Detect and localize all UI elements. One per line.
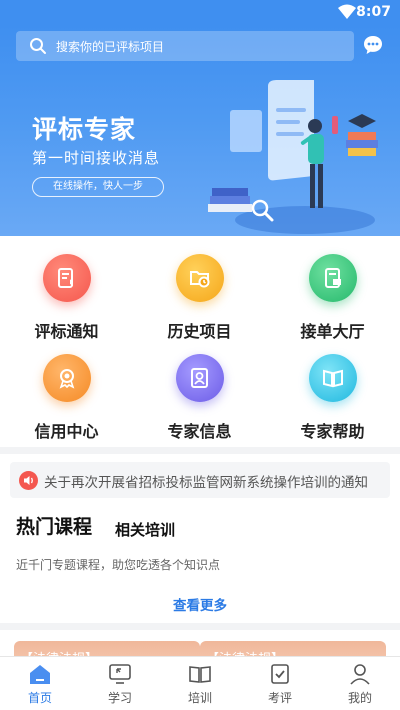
speaker-icon (19, 471, 38, 490)
see-more-link[interactable]: 查看更多 (0, 594, 400, 614)
grid-icon-bg (309, 254, 357, 302)
expert-illustration (208, 80, 378, 234)
notice-text: 关于再次开展省招标投标监管网新系统操作培训的通知 (44, 475, 368, 491)
notice-bar[interactable]: 关于再次开展省招标投标监管网新系统操作培训的通知 (10, 462, 390, 498)
book-icon (189, 666, 211, 683)
help-book-icon (323, 369, 343, 388)
grid-item-expert-help[interactable]: 专家帮助 (266, 354, 399, 454)
grid-label: 历史项目 (167, 322, 232, 341)
grid-label: 接单大厅 (300, 322, 365, 341)
wifi-icon (338, 4, 356, 19)
tab-home[interactable]: 首页 (0, 657, 80, 710)
bottom-tab-bar: 首页 学习 培训 考评 我的 (0, 656, 400, 710)
tab-evaluation[interactable]: 考评 (240, 657, 320, 710)
banner-title: 评标专家 (32, 115, 137, 144)
search-input[interactable]: 搜索你的已评标项目 (16, 31, 354, 61)
order-hall-icon (325, 268, 341, 288)
clock: 8:07 (356, 4, 391, 20)
tab-study[interactable]: 学习 (80, 657, 160, 710)
grid-icon-bg (176, 254, 224, 302)
study-icon (109, 664, 131, 684)
section-divider (0, 447, 400, 454)
hot-courses-title[interactable]: 热门课程 (16, 512, 92, 539)
grid-item-expert-info[interactable]: 专家信息 (133, 354, 266, 454)
notice-doc-icon (58, 268, 73, 288)
banner-button[interactable]: 在线操作，快人一步 (32, 177, 164, 197)
expert-card-icon (191, 368, 208, 388)
grid-item-order-hall[interactable]: 接单大厅 (266, 254, 399, 354)
tab-training[interactable]: 培训 (160, 657, 240, 710)
tab-label: 我的 (347, 691, 372, 705)
grid-icon-bg (43, 254, 91, 302)
medal-icon (59, 369, 75, 389)
grid-icon-bg (309, 354, 357, 402)
grid-label: 专家帮助 (300, 422, 365, 441)
tab-mine[interactable]: 我的 (320, 657, 400, 710)
hero-banner[interactable]: 搜索你的已评标项目 评标专家 第一时间接收消息 在线操作，快人一步 (0, 26, 400, 236)
search-placeholder: 搜索你的已评标项目 (56, 40, 165, 54)
status-bar: 8:07 (0, 0, 400, 26)
grid-label: 评标通知 (34, 322, 99, 341)
grid-item-bid-notice[interactable]: 评标通知 (0, 254, 133, 354)
grid-item-history[interactable]: 历史项目 (133, 254, 266, 354)
courses-description: 近千门专题课程，助您吃透各个知识点 (16, 558, 221, 572)
search-icon (30, 38, 46, 54)
section-divider (0, 623, 400, 630)
grid-label: 信用中心 (34, 422, 99, 441)
grid-icon-bg (176, 354, 224, 402)
tab-label: 考评 (267, 691, 292, 705)
user-icon (350, 664, 370, 685)
tab-label: 培训 (187, 691, 212, 705)
tab-label: 学习 (107, 691, 132, 705)
grid-icon-bg (43, 354, 91, 402)
exam-check-icon (271, 664, 289, 684)
grid-label: 专家信息 (167, 422, 232, 441)
grid-item-credit[interactable]: 信用中心 (0, 354, 133, 454)
related-training-tab[interactable]: 相关培训 (115, 519, 175, 540)
message-icon[interactable] (363, 35, 383, 55)
home-icon (30, 665, 50, 684)
folder-clock-icon (190, 271, 210, 288)
tab-label: 首页 (27, 691, 52, 705)
banner-subtitle: 第一时间接收消息 (32, 149, 161, 167)
feature-grid: 评标通知 历史项目 接单大厅 信用中心 专家信息 专家帮助 (0, 236, 400, 446)
